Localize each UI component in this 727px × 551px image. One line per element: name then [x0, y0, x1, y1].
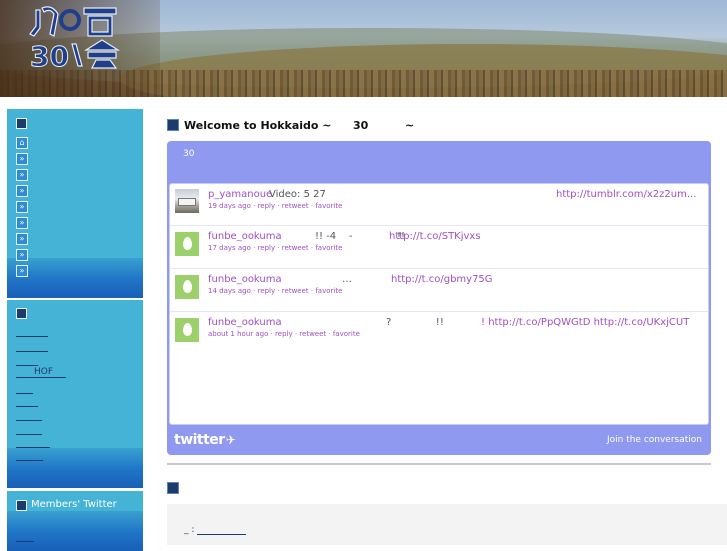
- tweet-meta[interactable]: about 1 hour ago · reply · retweet · fav…: [208, 330, 360, 338]
- title-suffix: ~: [405, 119, 415, 132]
- tweet-username[interactable]: funbe_ookuma: [208, 317, 282, 328]
- title-number: 30: [353, 119, 369, 132]
- tweet-meta[interactable]: 17 days ago · reply · retweet · favorite: [208, 244, 342, 252]
- sidebar-link[interactable]: [16, 450, 43, 461]
- header-banner: 30: [0, 0, 727, 97]
- tweet-text: …: [342, 274, 352, 285]
- sidebar-links: HOF: [7, 300, 143, 488]
- page-title: Welcome to Hokkaido ~ 30 ~: [184, 119, 414, 132]
- section-marker-icon: [167, 119, 179, 131]
- tweet-item: funbe_ookuma !! -4 - !! http://t.co/STKj…: [170, 226, 708, 269]
- content-text: _ :: [184, 525, 195, 535]
- section-divider: [167, 463, 711, 465]
- site-logo[interactable]: 30: [26, 4, 126, 70]
- arrow-right-icon[interactable]: »: [16, 217, 28, 229]
- tweet-link[interactable]: http://t.co/STKjvxs: [389, 231, 481, 242]
- section-marker-icon: [16, 500, 27, 511]
- twitter-logo-icon[interactable]: twitter✈: [174, 432, 236, 448]
- twitter-widget: 30 p_yamanoue Video: 5 27 http://tumblr.…: [167, 141, 711, 455]
- content-link[interactable]: [197, 524, 246, 535]
- arrow-right-icon[interactable]: »: [16, 233, 28, 245]
- tweet-meta[interactable]: 14 days ago · reply · retweet · favorite: [208, 287, 342, 295]
- svg-text:30: 30: [30, 40, 69, 70]
- tweet-link[interactable]: http://tumblr.com/x2z2um...: [556, 189, 696, 200]
- arrow-right-icon[interactable]: »: [16, 249, 28, 261]
- sidebar-members-twitter: Members' Twitter: [7, 491, 143, 551]
- title-prefix: Welcome to Hokkaido ~: [184, 119, 332, 132]
- tweet-text: ? !!: [386, 317, 444, 328]
- user-avatar[interactable]: [175, 318, 199, 342]
- tweet-item: p_yamanoue Video: 5 27 http://tumblr.com…: [170, 184, 708, 226]
- home-icon[interactable]: ⌂: [16, 137, 28, 149]
- sidebar-link[interactable]: [16, 531, 34, 542]
- sidebar-link[interactable]: [16, 341, 48, 352]
- tweet-item: funbe_ookuma … http://t.co/gbmy75G 14 da…: [170, 269, 708, 312]
- sidebar-menu: ⌂ » » » » » » » »: [7, 109, 143, 298]
- content-box: _ :: [167, 504, 727, 545]
- user-avatar[interactable]: [175, 232, 199, 256]
- sidebar-link[interactable]: [16, 424, 42, 435]
- section-marker-icon: [16, 118, 27, 129]
- sidebar-link-hof[interactable]: HOF: [16, 367, 66, 378]
- tweet-list[interactable]: p_yamanoue Video: 5 27 http://tumblr.com…: [169, 183, 709, 425]
- tweet-link[interactable]: http://t.co/gbmy75G: [391, 274, 493, 285]
- sidebar-link[interactable]: [16, 437, 50, 448]
- user-avatar[interactable]: [175, 189, 199, 213]
- twitter-brand-text: twitter: [174, 432, 225, 448]
- arrow-right-icon[interactable]: »: [16, 201, 28, 213]
- tweet-username[interactable]: p_yamanoue: [208, 189, 272, 200]
- tweet-link[interactable]: ! http://t.co/PpQWGtD http://t.co/UKxjCU…: [481, 317, 689, 328]
- sidebar-link[interactable]: [16, 396, 38, 407]
- arrow-right-icon[interactable]: »: [16, 185, 28, 197]
- tweet-text: Video: 5 27: [269, 189, 326, 200]
- sidebar-link[interactable]: [16, 410, 42, 421]
- arrow-right-icon[interactable]: »: [16, 153, 28, 165]
- section-marker-icon: [167, 482, 179, 494]
- section-marker-icon: [16, 308, 27, 319]
- tweet-username[interactable]: funbe_ookuma: [208, 231, 282, 242]
- sidebar-link[interactable]: [16, 326, 48, 337]
- tweet-meta[interactable]: 19 days ago · reply · retweet · favorite: [208, 202, 342, 210]
- arrow-right-icon[interactable]: »: [16, 169, 28, 181]
- sidebar-link[interactable]: [16, 355, 38, 366]
- join-conversation-link[interactable]: Join the conversation: [607, 435, 702, 445]
- arrow-right-icon[interactable]: »: [16, 265, 28, 277]
- user-avatar[interactable]: [175, 275, 199, 299]
- members-twitter-title: Members' Twitter: [31, 499, 117, 510]
- tweet-item: funbe_ookuma ? !! ! http://t.co/PpQWGtD …: [170, 312, 708, 356]
- tweet-username[interactable]: funbe_ookuma: [208, 274, 282, 285]
- widget-subtitle: 30: [183, 149, 195, 159]
- sidebar-link[interactable]: [16, 383, 33, 394]
